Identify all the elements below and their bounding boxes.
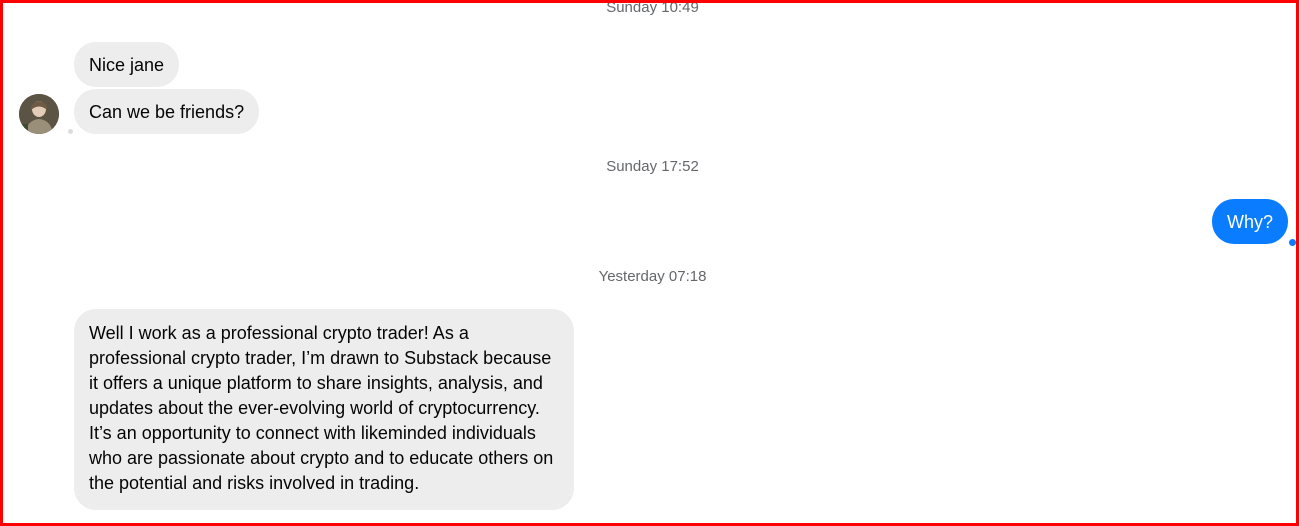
timestamp: Sunday 17:52: [606, 158, 699, 175]
avatar[interactable]: [19, 94, 59, 134]
timestamp: Sunday 10:49: [606, 0, 699, 16]
avatar-image: [19, 94, 59, 134]
incoming-message[interactable]: Well I work as a professional crypto tra…: [74, 309, 574, 510]
chat-frame: Sunday 10:49 Nice jane Can we be friends…: [0, 0, 1299, 526]
incoming-message[interactable]: Can we be friends?: [74, 89, 260, 134]
timestamp: Yesterday 07:18: [598, 268, 707, 285]
delivery-indicator: [68, 129, 73, 134]
seen-indicator: [1289, 239, 1296, 246]
outgoing-message[interactable]: Why?: [1212, 199, 1289, 244]
incoming-message[interactable]: Nice jane: [74, 42, 180, 87]
